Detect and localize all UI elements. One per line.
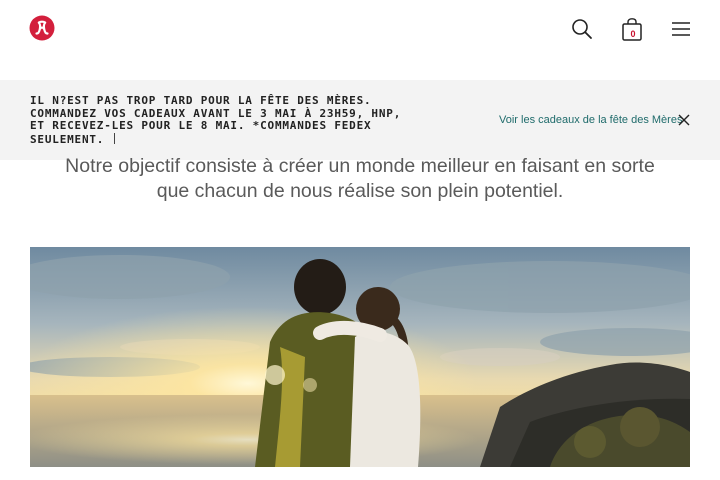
promo-line: IL N?EST PAS TROP TARD POUR LA FÊTE DES … xyxy=(30,94,372,107)
promo-line: ET RECEVEZ-LES POUR LE 8 MAI. *COMMANDES… xyxy=(30,119,372,132)
promo-line-text: SEULEMENT. xyxy=(30,132,105,146)
mothers-day-gifts-link[interactable]: Voir les cadeaux de la fête des Mères xyxy=(499,114,682,126)
lululemon-logo-icon[interactable] xyxy=(29,15,55,41)
mission-statement: Notre objectif consiste à créer un monde… xyxy=(20,154,700,204)
hero-image xyxy=(30,247,690,467)
mission-line-2: que chacun de nous réalise son plein pot… xyxy=(156,180,564,202)
search-button[interactable] xyxy=(569,16,595,42)
cart-count-badge: 0 xyxy=(630,29,636,39)
promo-line: SEULEMENT. xyxy=(30,132,470,147)
close-banner-button[interactable] xyxy=(677,113,691,127)
close-icon xyxy=(678,114,690,126)
shopping-bag-button[interactable]: 0 xyxy=(619,16,645,42)
text-caret xyxy=(114,132,116,144)
site-header: 0 xyxy=(0,0,720,60)
search-icon xyxy=(572,19,592,39)
mission-line-1: Notre objectif consiste à créer un monde… xyxy=(65,155,655,177)
promo-message: IL N?EST PAS TROP TARD POUR LA FÊTE DES … xyxy=(30,94,470,147)
promo-banner: IL N?EST PAS TROP TARD POUR LA FÊTE DES … xyxy=(0,80,720,160)
hamburger-menu-icon xyxy=(672,22,690,36)
menu-button[interactable] xyxy=(668,16,694,42)
